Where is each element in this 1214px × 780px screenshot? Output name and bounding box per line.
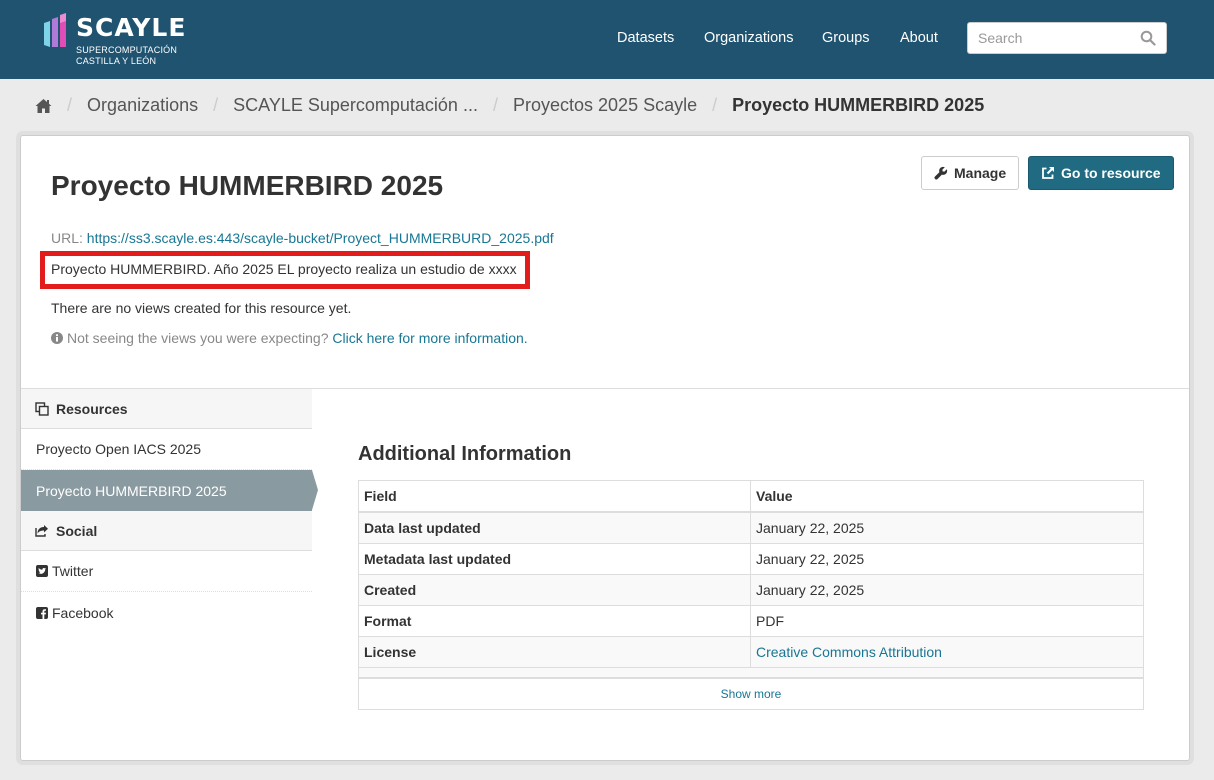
show-more-button[interactable]: Show more [358, 679, 1144, 710]
resource-title: Proyecto HUMMERBIRD 2025 [51, 170, 444, 201]
logo-subtitle-line1: SUPERCOMPUTACIÓN [76, 45, 178, 55]
breadcrumb-current[interactable]: Proyecto HUMMERBIRD 2025 [732, 95, 984, 116]
nav-groups[interactable]: Groups [822, 30, 870, 46]
social-heading-label: Social [56, 522, 98, 539]
value-cell: Creative Commons Attribution [751, 637, 1143, 667]
column-header-value: Value [756, 488, 793, 504]
field-cell: Data last updated [359, 513, 751, 543]
table-row: Created January 22, 2025 [359, 575, 1143, 606]
breadcrumb-separator: / [67, 94, 73, 115]
sidebar-item-label: Facebook [52, 604, 114, 621]
breadcrumb-separator: / [213, 94, 219, 115]
logo-subtitle-line2: CASTILLA Y LEÓN [76, 56, 157, 66]
social-heading: Social [21, 511, 312, 551]
nav-datasets[interactable]: Datasets [617, 30, 674, 46]
copy-icon [35, 401, 49, 416]
table-row-collapsed [359, 668, 1143, 678]
field-cell: Format [359, 606, 751, 636]
manage-button[interactable]: Manage [921, 156, 1019, 190]
sidebar-item-label: Twitter [52, 563, 94, 579]
resources-heading-label: Resources [56, 400, 128, 417]
nav-about[interactable]: About [900, 30, 938, 46]
search-box [967, 22, 1167, 54]
additional-info-table: Field Value Data last updated January 22… [358, 480, 1144, 679]
twitter-icon [36, 565, 48, 577]
resource-card: Manage Go to resource Proyecto HUMMERBIR… [20, 135, 1190, 761]
breadcrumb-separator: / [712, 94, 718, 115]
logo-subtitle: SUPERCOMPUTACIÓN CASTILLA Y LEÓN [76, 45, 177, 67]
views-help-text: Not seeing the views you were expecting? [67, 330, 329, 346]
breadcrumb: / Organizations / SCAYLE Supercomputació… [35, 94, 984, 118]
table-row: Data last updated January 22, 2025 [359, 513, 1143, 544]
logo-wordmark: SCAYLE [76, 13, 187, 42]
column-header-field: Field [359, 481, 751, 511]
go-to-resource-label: Go to resource [1061, 165, 1161, 181]
sidebar-item-resource[interactable]: Proyecto Open IACS 2025 [21, 429, 312, 470]
facebook-icon [36, 606, 48, 619]
sidebar-item-label: Proyecto HUMMERBIRD 2025 [36, 482, 227, 499]
no-views-message: There are no views created for this reso… [51, 300, 352, 316]
value-cell: January 22, 2025 [756, 551, 865, 567]
nav-organizations[interactable]: Organizations [704, 30, 793, 46]
field-cell: Metadata last updated [359, 544, 751, 574]
manage-label: Manage [954, 165, 1007, 181]
field-cell: Created [359, 575, 751, 605]
additional-info-title: Additional Information [358, 443, 572, 465]
sidebar-item-twitter[interactable]: Twitter [21, 551, 312, 592]
sidebar-item-facebook[interactable]: Facebook [21, 592, 312, 633]
table-row: Metadata last updated January 22, 2025 [359, 544, 1143, 575]
table-row: Format PDF [359, 606, 1143, 637]
sidebar-item-resource-active[interactable]: Proyecto HUMMERBIRD 2025 [21, 470, 318, 511]
breadcrumb-organization[interactable]: SCAYLE Supercomputación ... [233, 95, 478, 116]
search-icon[interactable] [1140, 30, 1156, 46]
scayle-logo[interactable]: SCAYLE SUPERCOMPUTACIÓN CASTILLA Y LEÓN [42, 11, 192, 69]
wrench-icon [934, 166, 948, 180]
views-help-link[interactable]: Click here for more information. [332, 330, 527, 346]
resources-heading: Resources [21, 389, 312, 429]
search-input[interactable] [968, 23, 1133, 53]
share-icon [35, 525, 48, 537]
resource-url-link[interactable]: https://ss3.scayle.es:443/scayle-bucket/… [87, 230, 554, 246]
home-icon [35, 99, 52, 113]
resource-description: Proyecto HUMMERBIRD. Año 2025 EL proyect… [51, 261, 517, 277]
license-link[interactable]: Creative Commons Attribution [756, 644, 942, 660]
value-cell: PDF [756, 613, 784, 629]
masthead: SCAYLE SUPERCOMPUTACIÓN CASTILLA Y LEÓN … [0, 0, 1214, 79]
field-cell: License [359, 637, 751, 667]
table-row: License Creative Commons Attribution [359, 637, 1143, 668]
sidebar-item-label: Proyecto Open IACS 2025 [36, 441, 201, 457]
resource-url-line: URL: https://ss3.scayle.es:443/scayle-bu… [51, 230, 554, 246]
resource-url-label: URL: [51, 230, 83, 246]
external-link-icon [1042, 167, 1054, 179]
breadcrumb-home[interactable] [35, 95, 52, 116]
value-cell: January 22, 2025 [756, 520, 865, 536]
breadcrumb-organizations[interactable]: Organizations [87, 95, 198, 116]
table-header-row: Field Value [359, 481, 1143, 513]
views-help: Not seeing the views you were expecting?… [51, 330, 528, 346]
breadcrumb-separator: / [492, 94, 498, 115]
go-to-resource-button[interactable]: Go to resource [1028, 156, 1174, 190]
value-cell: January 22, 2025 [756, 582, 865, 598]
breadcrumb-dataset[interactable]: Proyectos 2025 Scayle [513, 95, 697, 116]
info-icon [51, 332, 63, 344]
scayle-logo-mark-icon [44, 13, 66, 47]
